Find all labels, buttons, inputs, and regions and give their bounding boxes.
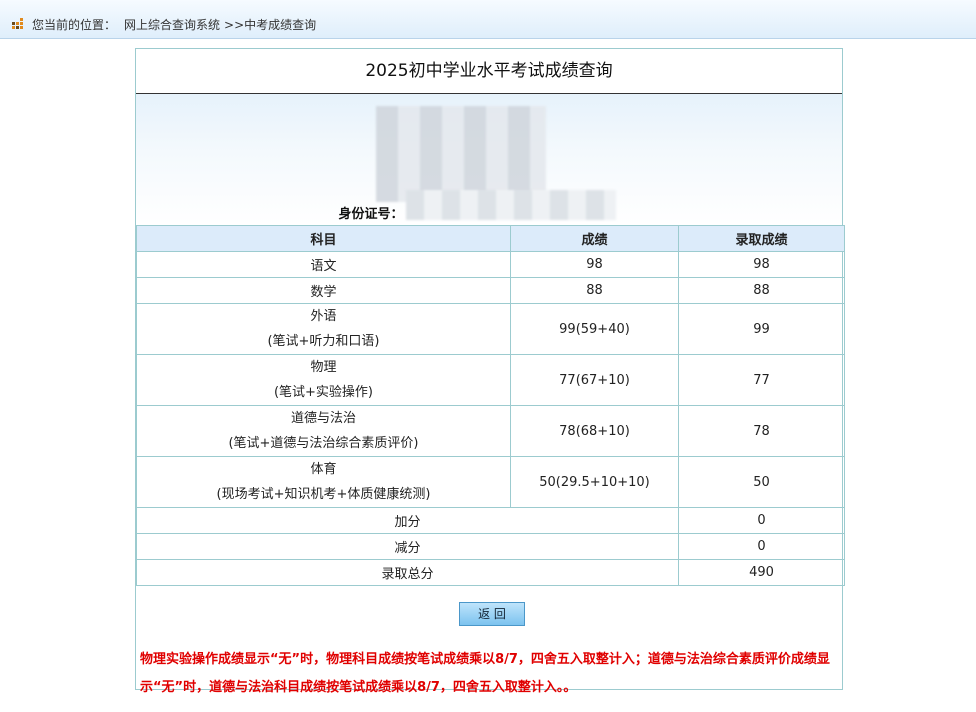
table-row: 语文 98 98 [136, 251, 845, 278]
subject-cell: 语文 [136, 251, 511, 278]
header-admit-score: 录取成绩 [678, 225, 845, 252]
subject-name: 外语 [310, 309, 337, 324]
bonus-row: 加分 0 [136, 507, 845, 534]
score-cell: 88 [510, 277, 679, 304]
admit-cell: 77 [678, 354, 845, 406]
subject-detail: (现场考试+知识机考+体质健康统测) [216, 487, 431, 502]
subject-name: 物理 [310, 360, 337, 375]
subject-cell: 物理 (笔试+实验操作) [136, 354, 511, 406]
breadcrumb-current: >>中考成绩查询 [224, 17, 317, 32]
score-table: 科目 成绩 录取成绩 语文 98 98 数学 88 88 外语 (笔试+听力和口… [136, 225, 845, 586]
back-button[interactable]: 返 回 [459, 602, 525, 626]
redacted-info-block [376, 106, 546, 202]
subject-detail: (笔试+实验操作) [273, 385, 374, 400]
score-cell: 50(29.5+10+10) [510, 456, 679, 508]
subject-cell: 外语 (笔试+听力和口语) [136, 303, 511, 355]
score-cell: 77(67+10) [510, 354, 679, 406]
deduct-label: 减分 [136, 533, 679, 560]
score-panel: 2025初中学业水平考试成绩查询 身份证号： 科目 成绩 录取成绩 语文 98 … [135, 48, 845, 695]
table-row: 体育 (现场考试+知识机考+体质健康统测) 50(29.5+10+10) 50 [136, 456, 845, 508]
total-label: 录取总分 [136, 559, 679, 586]
header-subject: 科目 [136, 225, 511, 252]
location-icon [12, 18, 24, 30]
subject-name: 体育 [310, 462, 337, 477]
admit-cell: 78 [678, 405, 845, 457]
deduct-row: 减分 0 [136, 533, 845, 560]
table-header-row: 科目 成绩 录取成绩 [136, 225, 845, 252]
id-label: 身份证号： [338, 207, 404, 222]
subject-detail: (笔试+道德与法治综合素质评价) [228, 436, 419, 451]
admit-cell: 98 [678, 251, 845, 278]
total-row: 录取总分 490 [136, 559, 845, 586]
table-row: 物理 (笔试+实验操作) 77(67+10) 77 [136, 354, 845, 406]
table-row: 道德与法治 (笔试+道德与法治综合素质评价) 78(68+10) 78 [136, 405, 845, 457]
subject-cell: 数学 [136, 277, 511, 304]
breadcrumb: 您当前的位置： 网上综合查询系统 >>中考成绩查询 [12, 16, 316, 32]
student-info: 身份证号： [136, 94, 842, 224]
bonus-value: 0 [678, 507, 845, 534]
subject-cell: 道德与法治 (笔试+道德与法治综合素质评价) [136, 405, 511, 457]
breadcrumb-link-system[interactable]: 网上综合查询系统 [124, 16, 220, 33]
deduct-value: 0 [678, 533, 845, 560]
score-cell: 78(68+10) [510, 405, 679, 457]
score-cell: 98 [510, 251, 679, 278]
top-bar: 您当前的位置： 网上综合查询系统 >>中考成绩查询 [0, 0, 976, 39]
score-cell: 99(59+40) [510, 303, 679, 355]
page-title: 2025初中学业水平考试成绩查询 [136, 49, 842, 94]
breadcrumb-prefix: 您当前的位置： [32, 17, 117, 32]
admit-cell: 88 [678, 277, 845, 304]
header-score: 成绩 [510, 225, 679, 252]
notice-text: 物理实验操作成绩显示“无”时，物理科目成绩按笔试成绩乘以8/7，四舍五入取整计入… [140, 652, 830, 695]
table-row: 外语 (笔试+听力和口语) 99(59+40) 99 [136, 303, 845, 355]
total-value: 490 [678, 559, 845, 586]
admit-cell: 50 [678, 456, 845, 508]
admit-cell: 99 [678, 303, 845, 355]
subject-detail: (笔试+听力和口语) [267, 334, 380, 349]
bonus-label: 加分 [136, 507, 679, 534]
subject-name: 道德与法治 [290, 411, 356, 426]
table-row: 数学 88 88 [136, 277, 845, 304]
subject-cell: 体育 (现场考试+知识机考+体质健康统测) [136, 456, 511, 508]
